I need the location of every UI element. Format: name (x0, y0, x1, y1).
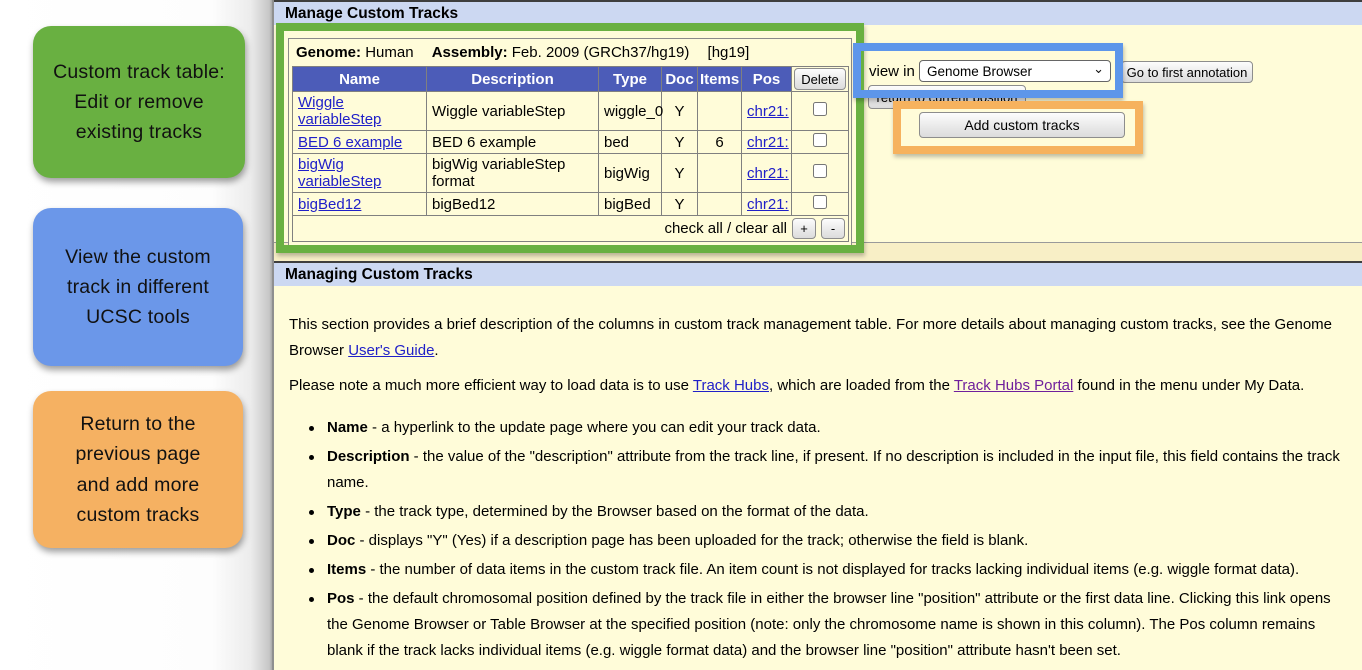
term-pos: Pos (327, 590, 355, 607)
section1-title: Manage Custom Tracks (285, 5, 458, 23)
list-item-name: Name - a hyperlink to the update page wh… (301, 415, 1346, 441)
track-hubs-link[interactable]: Track Hubs (693, 377, 769, 394)
go-to-first-annotation-button[interactable]: Go to first annotation (1121, 61, 1253, 83)
term-doc: Doc (327, 532, 355, 549)
term-type-desc: - the track type, determined by the Brow… (361, 503, 869, 520)
term-pos-desc: - the default chromosomal position defin… (327, 590, 1331, 659)
term-name-desc: - a hyperlink to the update page where y… (368, 419, 821, 436)
callout-return-previous: Return to the previous page and add more… (33, 391, 243, 548)
term-doc-desc: - displays "Y" (Yes) if a description pa… (355, 532, 1028, 549)
callout-custom-track-table: Custom track table: Edit or remove exist… (33, 26, 245, 178)
track-hubs-portal-link[interactable]: Track Hubs Portal (954, 377, 1073, 394)
section-header-managing-custom-tracks: Managing Custom Tracks (274, 261, 1362, 286)
term-items-desc: - the number of data items in the custom… (366, 561, 1299, 578)
term-name: Name (327, 419, 368, 436)
managing-custom-tracks-body: This section provides a brief descriptio… (274, 286, 1362, 666)
left-margin-background: Custom track table: Edit or remove exist… (0, 0, 272, 670)
list-item-description: Description - the value of the "descript… (301, 444, 1346, 496)
p1-period: . (434, 342, 438, 359)
list-item-pos: Pos - the default chromosomal position d… (301, 586, 1346, 664)
section-header-manage-custom-tracks: Manage Custom Tracks (274, 0, 1362, 25)
section2-title: Managing Custom Tracks (285, 266, 473, 284)
term-type: Type (327, 503, 361, 520)
page: Custom track table: Edit or remove exist… (0, 0, 1362, 670)
list-item-type: Type - the track type, determined by the… (301, 499, 1346, 525)
p1-text: This section provides a brief descriptio… (289, 316, 1332, 359)
term-description: Description (327, 448, 410, 465)
users-guide-link[interactable]: User's Guide (348, 342, 434, 359)
p2-text-1: Please note a much more efficient way to… (289, 377, 693, 394)
track-hubs-paragraph: Please note a much more efficient way to… (289, 373, 1346, 399)
annotation-outline-view-in (853, 43, 1123, 98)
list-item-items: Items - the number of data items in the … (301, 557, 1346, 583)
p2-text-2: , which are loaded from the (769, 377, 954, 394)
callout-blue-text: View the custom track in different UCSC … (43, 242, 233, 333)
callout-orange-text: Return to the previous page and add more… (61, 409, 215, 530)
term-description-desc: - the value of the "description" attribu… (327, 448, 1340, 491)
p2-text-3: found in the menu under My Data. (1073, 377, 1304, 394)
add-custom-tracks-button[interactable]: Add custom tracks (919, 112, 1125, 138)
callout-view-tools: View the custom track in different UCSC … (33, 208, 243, 366)
description-paragraph: This section provides a brief descriptio… (289, 312, 1346, 364)
annotation-outline-track-table (276, 23, 864, 253)
list-item-doc: Doc - displays "Y" (Yes) if a descriptio… (301, 528, 1346, 554)
term-items: Items (327, 561, 366, 578)
column-description-list: Name - a hyperlink to the update page wh… (301, 415, 1346, 664)
callout-green-text: Custom track table: Edit or remove exist… (43, 57, 235, 148)
